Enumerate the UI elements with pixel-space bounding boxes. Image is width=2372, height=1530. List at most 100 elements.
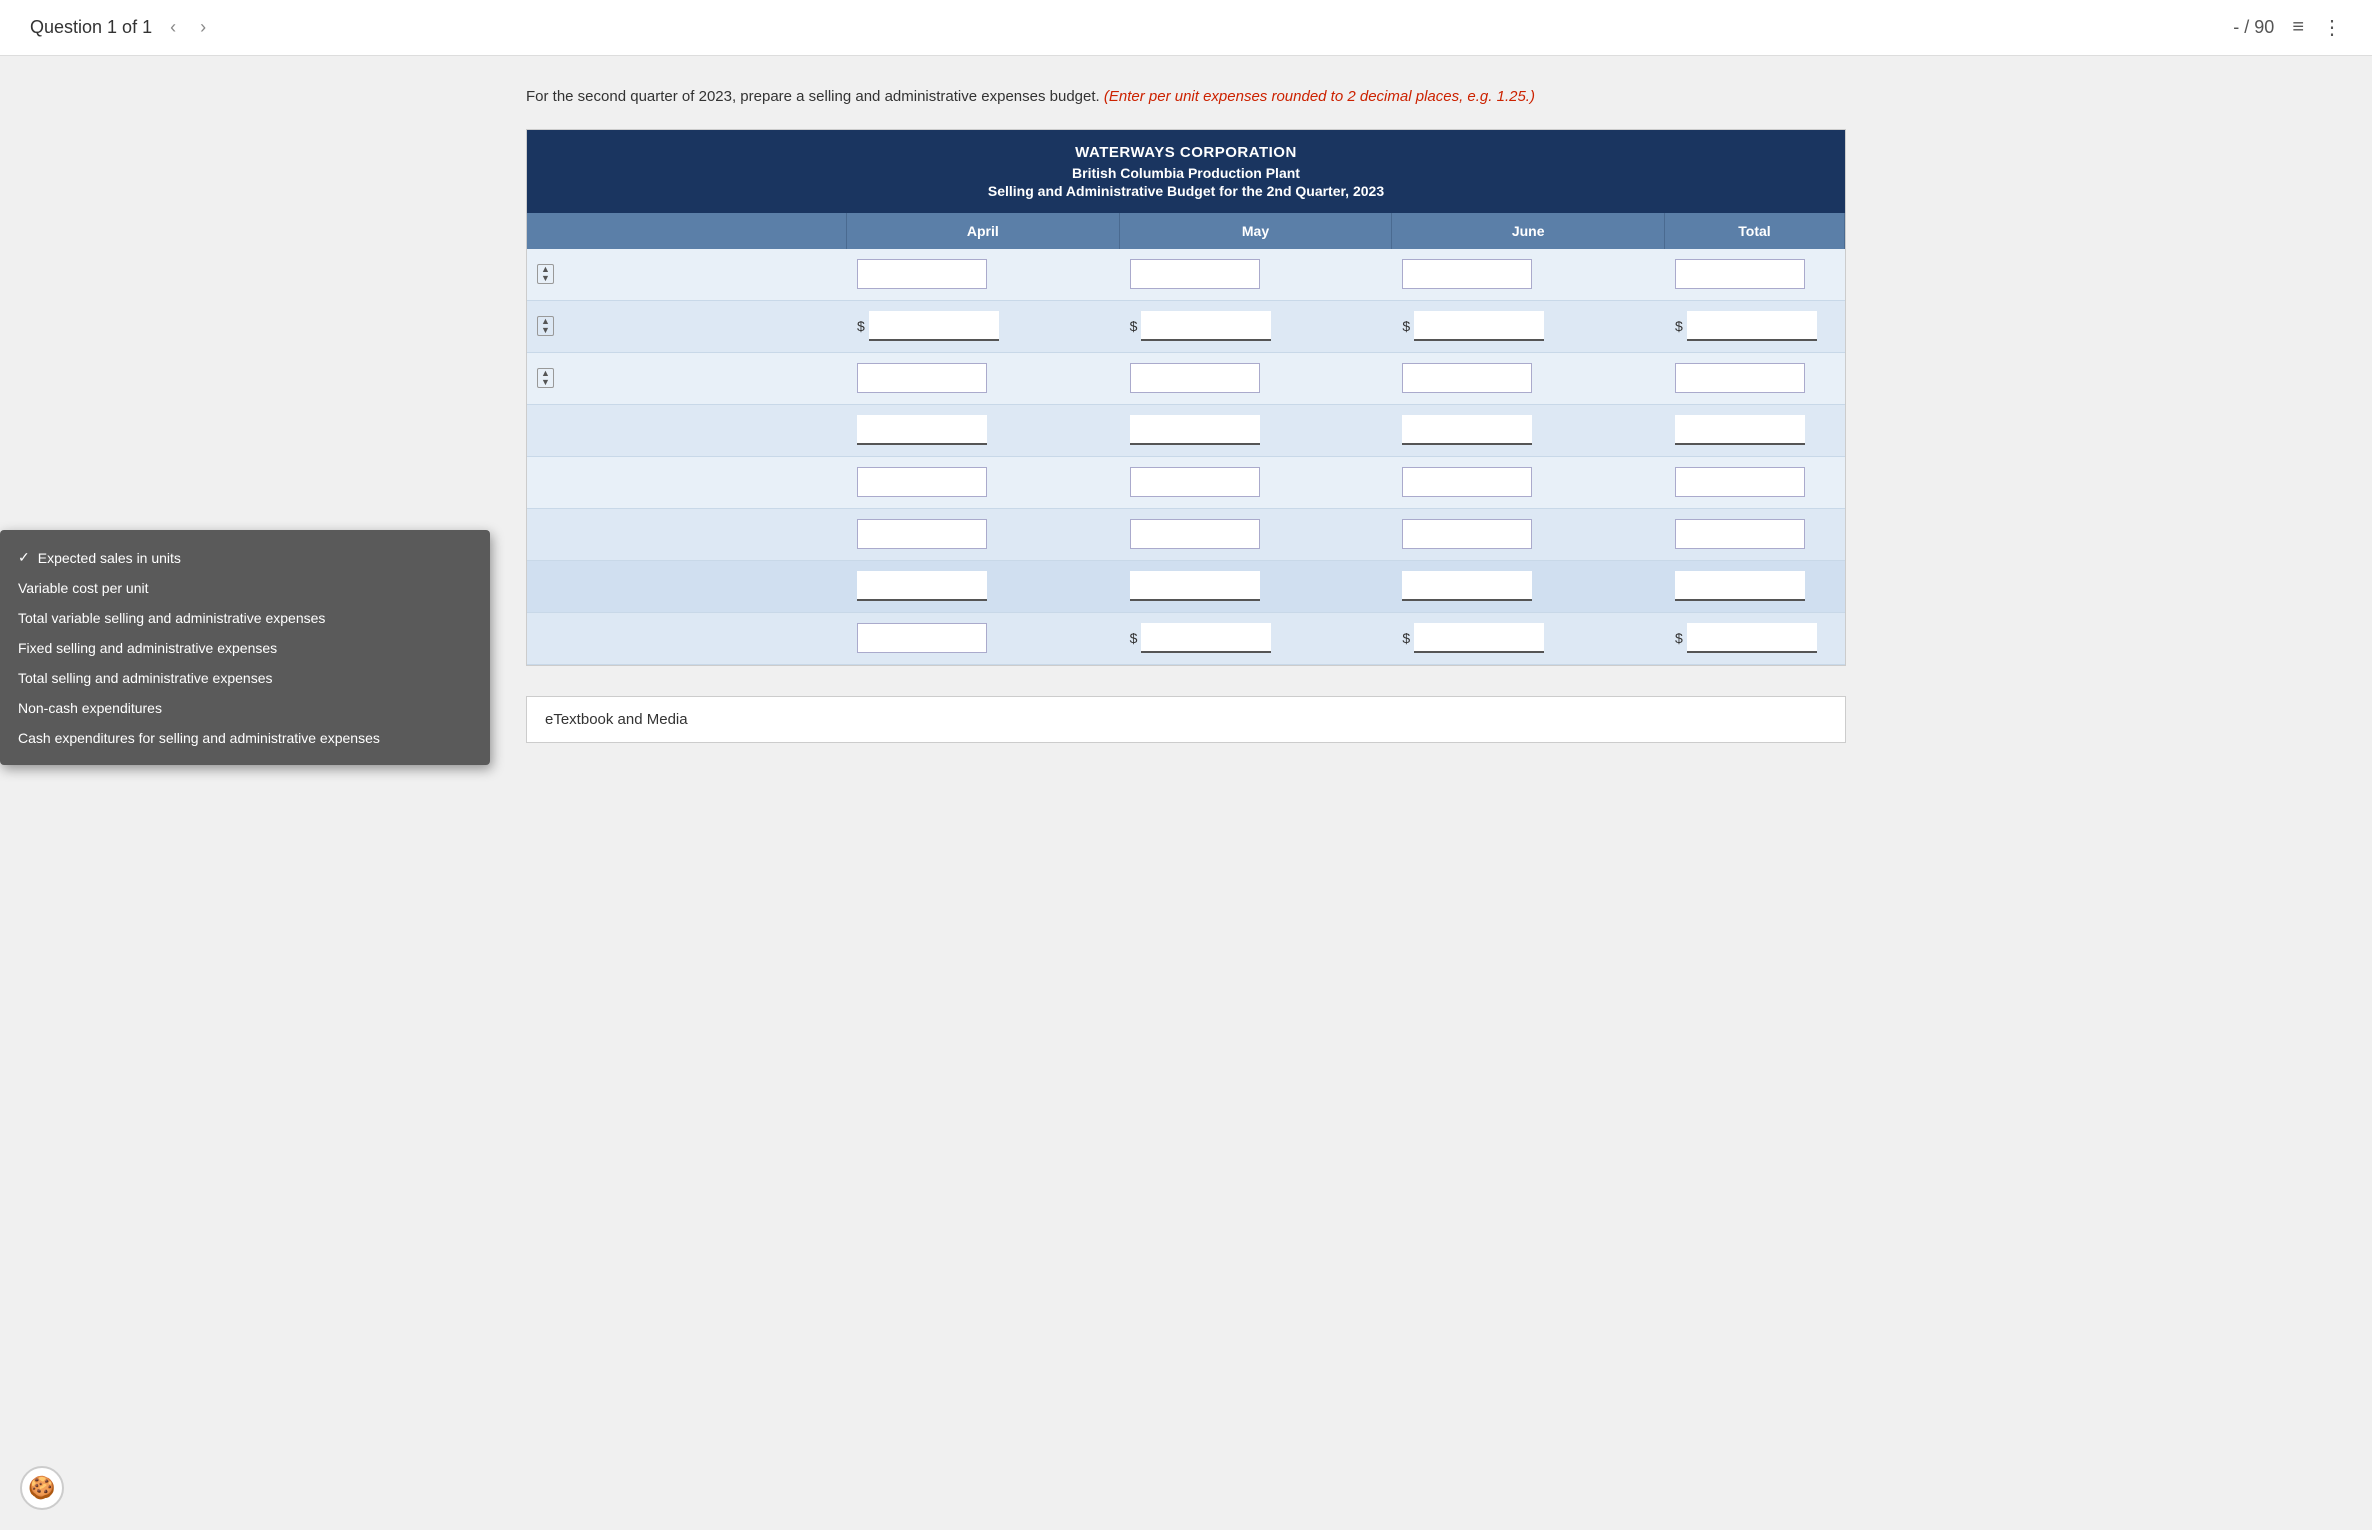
row-label-3: ▲▼ [527,360,847,396]
input-6-june[interactable] [1402,519,1532,549]
input-cell-6-may [1120,513,1393,555]
spinner-1[interactable]: ▲▼ [537,264,554,284]
input-6-april[interactable] [857,519,987,549]
input-4-april[interactable] [857,415,987,445]
dropdown-item-total-selling[interactable]: Total selling and administrative expense… [0,663,490,693]
input-1-april[interactable] [857,259,987,289]
input-6-total[interactable] [1675,519,1805,549]
input-3-total[interactable] [1675,363,1805,393]
col-header-april: April [847,213,1120,249]
main-content: For the second quarter of 2023, prepare … [486,56,1886,773]
input-5-april[interactable] [857,467,987,497]
dropdown-item-label: Cash expenditures for selling and admini… [18,730,380,746]
input-cell-3-april [847,357,1120,399]
input-3-june[interactable] [1402,363,1532,393]
col-header-may: May [1120,213,1393,249]
question-text-red: (Enter per unit expenses rounded to 2 de… [1104,88,1535,105]
dollar-may-2: $ [1130,318,1138,334]
dollar-june-2: $ [1402,318,1410,334]
input-cell-4-april [847,409,1120,451]
input-cell-2-may: $ [1120,305,1393,347]
input-8-april[interactable] [857,623,987,653]
question-text-before: For the second quarter of 2023, prepare … [526,88,1100,105]
row-label-cash [527,630,847,646]
next-question-button[interactable]: › [194,15,212,40]
input-3-april[interactable] [857,363,987,393]
input-5-june[interactable] [1402,467,1532,497]
input-cell-6-total [1665,513,1845,555]
input-4-may[interactable] [1130,415,1260,445]
input-cell-5-june [1392,461,1665,503]
input-cell-3-total [1665,357,1845,399]
input-7-total[interactable] [1675,571,1805,601]
question-text: For the second quarter of 2023, prepare … [526,86,1846,109]
input-7-june[interactable] [1402,571,1532,601]
input-cell-7-april [847,565,1120,607]
input-7-april[interactable] [857,571,987,601]
input-cell-1-june [1392,253,1665,295]
top-bar-right: - / 90 ≡ ⋮ [2233,15,2342,40]
table-row-cash: $ $ $ [527,613,1845,665]
input-cell-8-june: $ [1392,617,1665,659]
input-6-may[interactable] [1130,519,1260,549]
input-2-april[interactable] [869,311,999,341]
row-label-2: ▲▼ [527,308,847,344]
input-2-total[interactable] [1687,311,1817,341]
dropdown-item-cash-expenditures[interactable]: Cash expenditures for selling and admini… [0,723,490,753]
input-3-may[interactable] [1130,363,1260,393]
list-icon-button[interactable]: ≡ [2292,16,2304,39]
input-4-june[interactable] [1402,415,1532,445]
input-cell-4-may [1120,409,1393,451]
input-8-total[interactable] [1687,623,1817,653]
cookie-consent-button[interactable]: 🍪 [20,1466,64,1510]
input-cell-2-june: $ [1392,305,1665,347]
dropdown-item-label: Variable cost per unit [18,580,148,596]
input-cell-4-total [1665,409,1845,451]
column-headers: April May June Total [527,213,1845,249]
more-options-button[interactable]: ⋮ [2322,15,2342,40]
input-4-total[interactable] [1675,415,1805,445]
row-label-4 [527,422,847,438]
spinner-2[interactable]: ▲▼ [537,316,554,336]
dropdown-item-label: Total variable selling and administrativ… [18,610,325,626]
dollar-may-8: $ [1130,630,1138,646]
dropdown-item-fixed[interactable]: Fixed selling and administrative expense… [0,633,490,663]
input-cell-1-total [1665,253,1845,295]
score-display: - / 90 [2233,17,2274,38]
table-row: ▲▼ [527,249,1845,301]
row-label-dropdown[interactable]: ✓ Expected sales in units Variable cost … [0,530,490,765]
input-5-total[interactable] [1675,467,1805,497]
input-1-total[interactable] [1675,259,1805,289]
table-row [527,457,1845,509]
col-header-label [527,213,847,249]
input-8-may[interactable] [1141,623,1271,653]
dollar-june-8: $ [1402,630,1410,646]
dropdown-item-label: Total selling and administrative expense… [18,670,272,686]
input-5-may[interactable] [1130,467,1260,497]
table-row: ▲▼ $ $ $ $ [527,301,1845,353]
question-title: Question 1 of 1 [30,17,152,38]
spinner-3[interactable]: ▲▼ [537,368,554,388]
dropdown-item-label: Fixed selling and administrative expense… [18,640,277,656]
dropdown-item-total-variable[interactable]: Total variable selling and administrativ… [0,603,490,633]
input-8-june[interactable] [1414,623,1544,653]
input-1-may[interactable] [1130,259,1260,289]
input-cell-3-june [1392,357,1665,399]
input-2-may[interactable] [1141,311,1271,341]
input-cell-7-may [1120,565,1393,607]
dollar-total-8: $ [1675,630,1683,646]
prev-question-button[interactable]: ‹ [164,15,182,40]
input-cell-5-may [1120,461,1393,503]
dollar-total-2: $ [1675,318,1683,334]
table-row [527,405,1845,457]
dropdown-item-non-cash[interactable]: Non-cash expenditures [0,693,490,723]
input-cell-7-total [1665,565,1845,607]
input-1-june[interactable] [1402,259,1532,289]
table-row-total-selling [527,561,1845,613]
dropdown-item-selected[interactable]: ✓ Expected sales in units [0,542,490,573]
dropdown-item-variable-cost[interactable]: Variable cost per unit [0,573,490,603]
input-2-june[interactable] [1414,311,1544,341]
input-7-may[interactable] [1130,571,1260,601]
table-row [527,509,1845,561]
dollar-april-2: $ [857,318,865,334]
